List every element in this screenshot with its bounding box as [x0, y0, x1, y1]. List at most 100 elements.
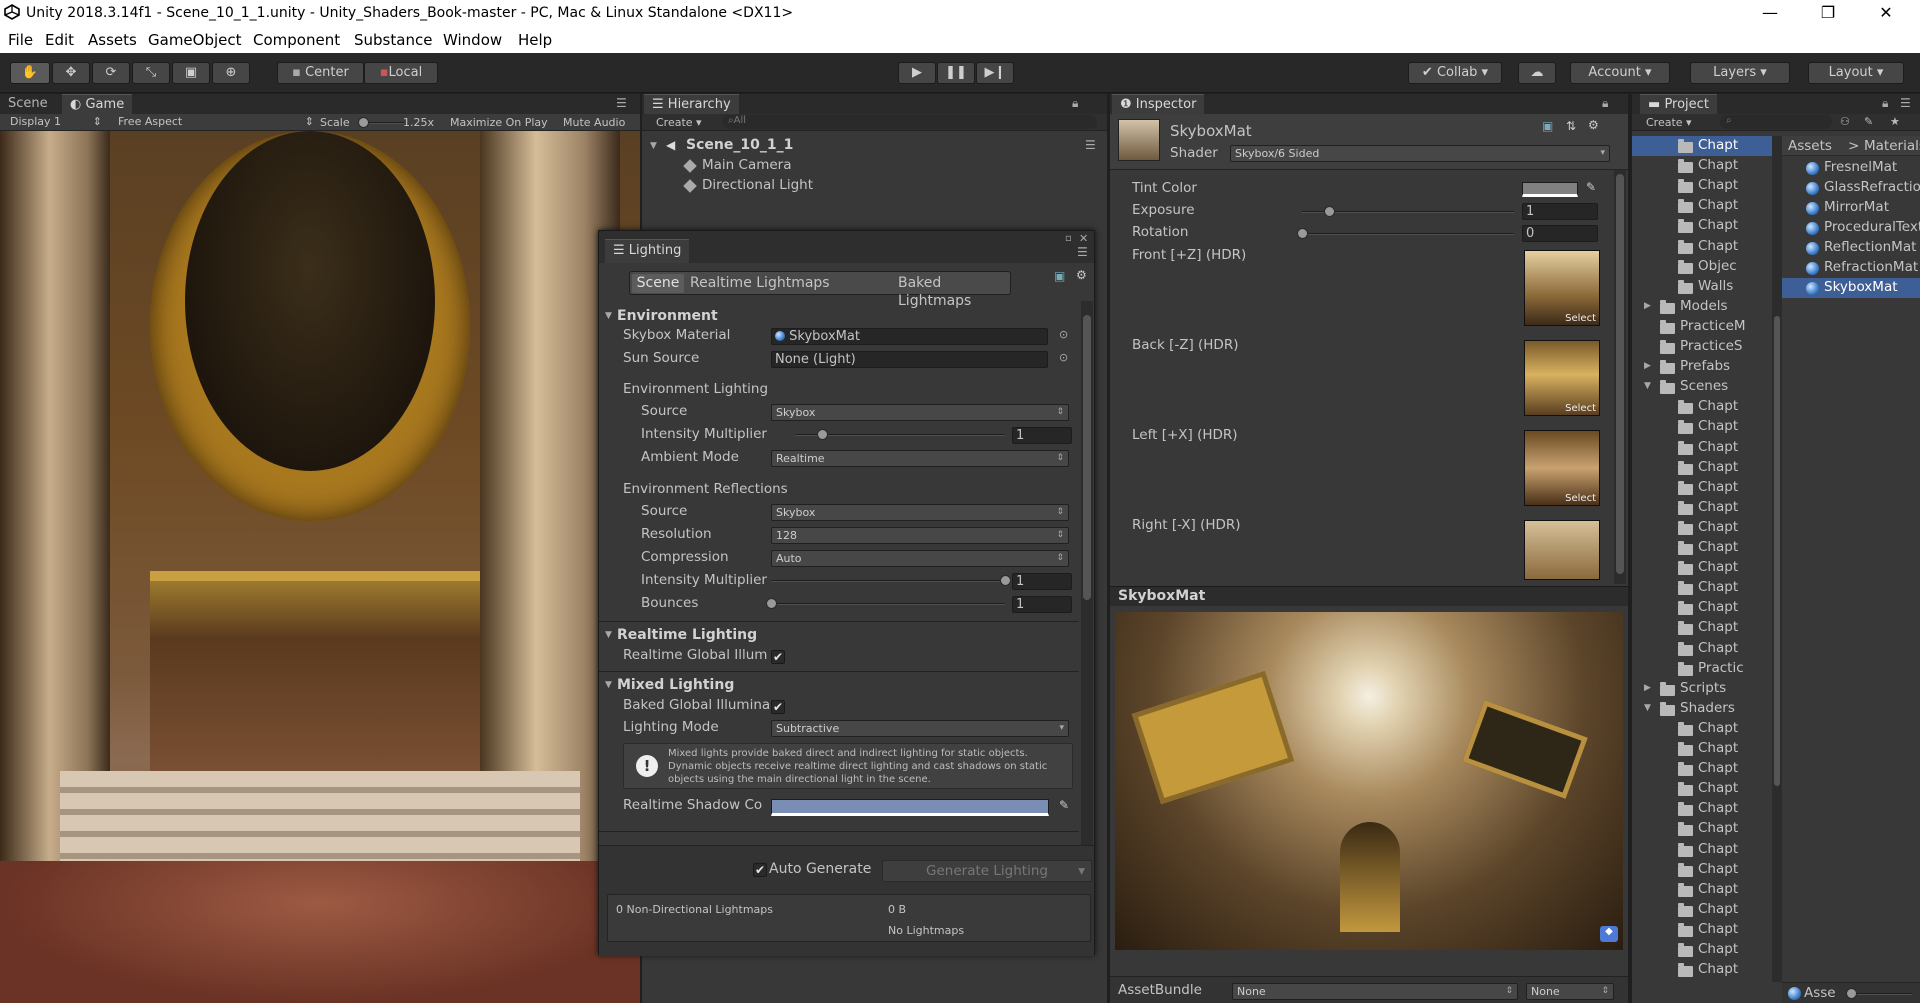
- refl-intensity-field[interactable]: 1: [1012, 573, 1072, 590]
- tab-game[interactable]: ◐ Game: [62, 94, 133, 114]
- icon-size-slider-track[interactable]: [1852, 993, 1912, 995]
- project-tree-item[interactable]: Chapt: [1632, 417, 1772, 437]
- shader-dropdown[interactable]: Skybox/6 Sided ▾: [1230, 145, 1610, 162]
- inspector-scrollbar[interactable]: [1614, 170, 1626, 584]
- project-tree-item[interactable]: Chapt: [1632, 739, 1772, 759]
- tint-color-swatch[interactable]: [1522, 182, 1578, 197]
- refl-intensity-slider-track[interactable]: [771, 580, 1005, 582]
- game-view-render[interactable]: [0, 131, 640, 1003]
- face-left-select[interactable]: Select: [1565, 493, 1596, 504]
- project-tree-item[interactable]: Chapt: [1632, 779, 1772, 799]
- menu-file[interactable]: File: [8, 31, 33, 49]
- breadcrumb-assets[interactable]: Assets: [1788, 138, 1832, 154]
- project-tree-item[interactable]: ▼ Scenes: [1632, 377, 1772, 397]
- project-create-button[interactable]: Create ▾: [1646, 116, 1692, 129]
- environment-foldout-icon[interactable]: ▼: [605, 311, 612, 321]
- material-asset-item[interactable]: RefractionMat: [1782, 258, 1920, 278]
- realtime-lighting-header[interactable]: Realtime Lighting: [617, 627, 757, 643]
- project-tree-item[interactable]: Chapt: [1632, 840, 1772, 860]
- project-tree-item[interactable]: Chapt: [1632, 438, 1772, 458]
- collab-dropdown[interactable]: ✔ Collab ▾: [1408, 62, 1502, 84]
- scale-slider-knob[interactable]: [358, 117, 369, 128]
- pivot-local-button[interactable]: ▪Local: [364, 62, 438, 84]
- project-tree-item[interactable]: Chapt: [1632, 880, 1772, 900]
- object-picker-icon[interactable]: ⊙: [1059, 351, 1068, 364]
- inspector-scrollbar-thumb[interactable]: [1616, 174, 1624, 574]
- project-tree-item[interactable]: Chapt: [1632, 498, 1772, 518]
- expand-arrow-icon[interactable]: ▶: [1644, 361, 1651, 371]
- project-tree-item[interactable]: Chapt: [1632, 458, 1772, 478]
- expand-arrow-icon[interactable]: ▶: [1644, 683, 1651, 693]
- mixed-lighting-foldout-icon[interactable]: ▼: [605, 680, 612, 690]
- skybox-material-field[interactable]: SkyboxMat: [771, 328, 1048, 345]
- project-tree-item[interactable]: Chapt: [1632, 558, 1772, 578]
- tag-icon[interactable]: ◆: [1600, 926, 1618, 942]
- resolution-dropdown[interactable]: 128 ⇕: [771, 527, 1069, 544]
- tab-lighting[interactable]: ☰ Lighting: [605, 239, 690, 263]
- project-tree-item[interactable]: PracticeS: [1632, 337, 1772, 357]
- hierarchy-item-main-camera[interactable]: Main Camera: [702, 157, 792, 173]
- filter-type-icon[interactable]: ⚇: [1840, 115, 1850, 128]
- material-asset-item[interactable]: FresnelMat: [1782, 158, 1920, 178]
- rect-tool-button[interactable]: ▣: [172, 62, 210, 84]
- book-icon[interactable]: ▣: [1054, 269, 1065, 283]
- panel-menu-icon[interactable]: ☰: [1900, 96, 1911, 110]
- project-tree-item[interactable]: Chapt: [1632, 478, 1772, 498]
- project-tree-item[interactable]: Chapt: [1632, 940, 1772, 960]
- preset-icon[interactable]: ⇅: [1566, 119, 1576, 133]
- tab-scene[interactable]: Scene: [0, 94, 56, 114]
- project-tree-item[interactable]: Chapt: [1632, 719, 1772, 739]
- pivot-center-button[interactable]: ▪ Center: [277, 62, 364, 84]
- step-button[interactable]: ▶❙: [976, 62, 1014, 84]
- book-icon[interactable]: ▣: [1542, 119, 1553, 133]
- project-tree-item[interactable]: Chapt: [1632, 960, 1772, 980]
- refl-source-dropdown[interactable]: Skybox ⇕: [771, 504, 1069, 521]
- tab-lighting-scene[interactable]: Scene: [632, 274, 684, 293]
- realtime-gi-checkbox[interactable]: ✔: [771, 650, 785, 664]
- expand-arrow-icon[interactable]: ▼: [1644, 703, 1651, 713]
- face-left-texture[interactable]: Select: [1524, 430, 1600, 506]
- project-tree-item[interactable]: Chapt: [1632, 639, 1772, 659]
- project-tree-item[interactable]: Chapt: [1632, 136, 1772, 156]
- assetbundle-dropdown[interactable]: None ⇕: [1232, 983, 1518, 1000]
- project-tree-item[interactable]: Chapt: [1632, 799, 1772, 819]
- minimize-button[interactable]: —: [1750, 3, 1790, 22]
- project-tree-item[interactable]: Chapt: [1632, 237, 1772, 257]
- expand-arrow-icon[interactable]: ▼: [1644, 381, 1651, 391]
- project-tree-item[interactable]: Chapt: [1632, 397, 1772, 417]
- intensity-slider-knob[interactable]: [817, 429, 829, 440]
- hierarchy-item-directional-light[interactable]: Directional Light: [702, 177, 813, 193]
- project-tree-item[interactable]: Chapt: [1632, 900, 1772, 920]
- project-tree-item[interactable]: Chapt: [1632, 860, 1772, 880]
- project-tree-item[interactable]: Chapt: [1632, 518, 1772, 538]
- maximize-button[interactable]: ❐: [1808, 3, 1848, 22]
- bounces-slider-knob[interactable]: [766, 598, 777, 609]
- close-icon[interactable]: ✕: [1079, 232, 1088, 245]
- project-tree-item[interactable]: Chapt: [1632, 176, 1772, 196]
- lighting-scrollbar[interactable]: [1081, 301, 1093, 845]
- hierarchy-search-input[interactable]: ⌕All: [722, 115, 1097, 129]
- env-source-dropdown[interactable]: Skybox ⇕: [771, 404, 1069, 421]
- project-tree-item[interactable]: Chapt: [1632, 538, 1772, 558]
- hierarchy-create-button[interactable]: Create ▾: [656, 116, 702, 129]
- project-tree-item[interactable]: ▼ Shaders: [1632, 699, 1772, 719]
- object-picker-icon[interactable]: ⊙: [1059, 328, 1068, 341]
- environment-header[interactable]: Environment: [617, 308, 718, 324]
- eyedropper-icon[interactable]: ✎: [1059, 798, 1069, 812]
- face-front-texture[interactable]: Select: [1524, 250, 1600, 326]
- project-tree-item[interactable]: Chapt: [1632, 819, 1772, 839]
- project-tree-item[interactable]: Chapt: [1632, 196, 1772, 216]
- project-tree-item[interactable]: ▶ Models: [1632, 297, 1772, 317]
- baked-gi-checkbox[interactable]: ✔: [771, 700, 785, 714]
- face-back-select[interactable]: Select: [1565, 403, 1596, 414]
- project-tree-item[interactable]: Chapt: [1632, 578, 1772, 598]
- shadow-color-swatch[interactable]: [771, 799, 1049, 816]
- project-tree-item[interactable]: Chapt: [1632, 759, 1772, 779]
- project-tree-item[interactable]: PracticeM: [1632, 317, 1772, 337]
- gear-icon[interactable]: ⚙: [1076, 268, 1087, 282]
- rotate-tool-button[interactable]: ⟳: [92, 62, 130, 84]
- tab-project[interactable]: ▬ Project: [1640, 94, 1717, 114]
- move-tool-button[interactable]: ✥: [52, 62, 90, 84]
- lock-icon[interactable]: 🔒︎: [1882, 96, 1888, 111]
- transform-tool-button[interactable]: ⊕: [212, 62, 250, 84]
